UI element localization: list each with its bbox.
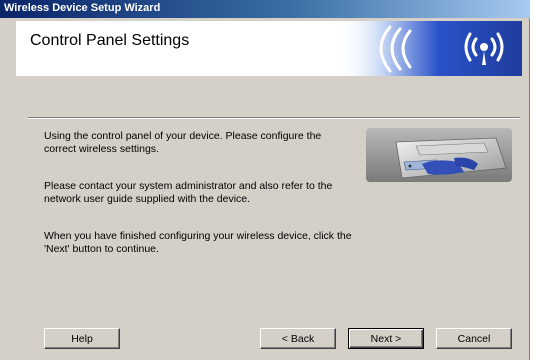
next-button[interactable]: Next > bbox=[348, 328, 424, 349]
header-banner: Control Panel Settings bbox=[16, 21, 522, 76]
printer-control-panel-image bbox=[366, 128, 512, 182]
wizard-window: Wireless Device Setup Wizard Control Pan… bbox=[0, 0, 530, 360]
help-button[interactable]: Help bbox=[44, 328, 120, 349]
window-title: Wireless Device Setup Wizard bbox=[4, 2, 161, 14]
header-separator bbox=[28, 117, 520, 119]
instruction-text-1: Using the control panel of your device. … bbox=[44, 130, 322, 155]
title-bar[interactable]: Wireless Device Setup Wizard bbox=[0, 0, 530, 18]
page-title: Control Panel Settings bbox=[30, 32, 190, 49]
instruction-text-2: Please contact your system administrator… bbox=[44, 180, 333, 205]
instruction-text-3: When you have finished configuring your … bbox=[44, 230, 352, 255]
cancel-button[interactable]: Cancel bbox=[436, 328, 512, 349]
wireless-signal-icon bbox=[464, 32, 504, 65]
back-button[interactable]: < Back bbox=[260, 328, 336, 349]
